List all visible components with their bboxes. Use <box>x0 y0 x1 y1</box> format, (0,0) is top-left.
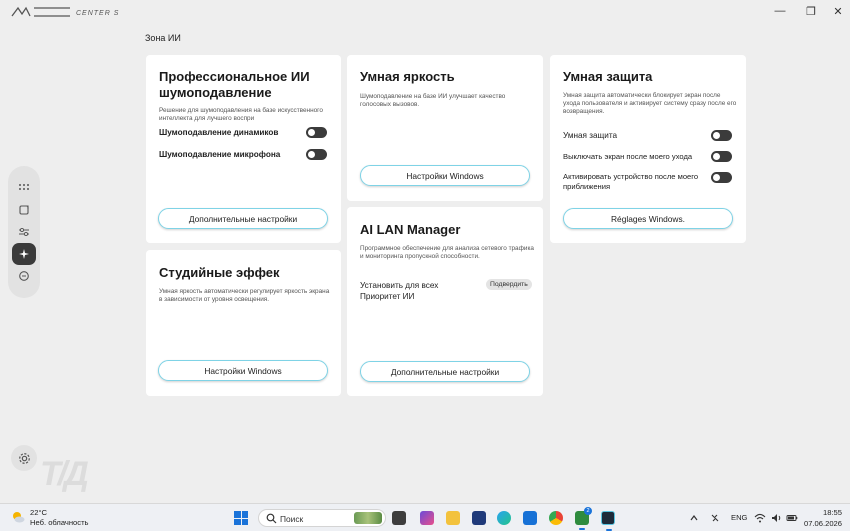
msi-center-logo: CENTER S <box>11 6 119 17</box>
wifi-icon[interactable] <box>754 512 766 524</box>
task-view-icon[interactable] <box>392 511 406 525</box>
mail-app-icon[interactable] <box>523 511 537 525</box>
confirm-button[interactable]: Подвердить <box>486 279 532 290</box>
close-button[interactable]: ✕ <box>826 2 850 20</box>
msi-center-app-icon[interactable] <box>601 511 615 531</box>
sliders-icon <box>19 228 29 236</box>
copilot-app-icon[interactable] <box>420 511 434 525</box>
clock-date[interactable]: 07.06.2026 <box>804 519 842 528</box>
gear-icon <box>18 452 30 464</box>
card-title: Студийные эффек <box>159 265 280 280</box>
windows-logo-tile <box>241 511 248 518</box>
speaker-noise-toggle[interactable] <box>306 127 327 138</box>
card-description-line2: в зависимости от уровня освещения. <box>159 296 270 303</box>
card-description-line2: и мониторинга пропускной способности. <box>360 253 480 260</box>
screen-off-toggle[interactable] <box>711 151 732 162</box>
windows-logo-tile <box>241 518 248 525</box>
weather-description[interactable]: Неб. облачность <box>30 518 89 527</box>
title-bar: CENTER S — ❐ ✕ <box>0 0 850 22</box>
maximize-button[interactable]: ❐ <box>796 2 826 20</box>
taskbar: 22°C Неб. облачность Поиск 2 ENG 18:55 0… <box>0 503 850 531</box>
advanced-settings-button[interactable]: Дополнительные настройки <box>360 361 530 382</box>
page-title: Зона ИИ <box>145 33 181 43</box>
sidebar-item-features[interactable] <box>12 199 36 221</box>
settings-button[interactable] <box>11 445 37 471</box>
windows-settings-button[interactable]: Réglages Windows. <box>563 208 733 229</box>
clock-time[interactable]: 18:55 <box>812 508 842 517</box>
partly-cloudy-icon[interactable] <box>11 510 25 524</box>
sidebar-item-ai-zone[interactable] <box>12 243 36 265</box>
svg-text:CENTER S: CENTER S <box>76 10 119 17</box>
windows-logo-tile <box>234 511 241 518</box>
card-smart-brightness: Умная яркость Шумоподавление на базе ИИ … <box>347 55 543 201</box>
search-placeholder: Поиск <box>280 514 304 524</box>
card-title: Умная яркость <box>360 69 455 84</box>
screen-off-label: Выключать экран после моего ухода <box>563 152 693 161</box>
card-ai-noise-suppression: Профессиональное ИИ шумоподавление Решен… <box>146 55 341 243</box>
store-app-icon[interactable] <box>472 511 486 525</box>
apply-all-label: Установить для всех <box>360 281 439 290</box>
ai-priority-label: Приоритет ИИ <box>360 292 415 301</box>
advanced-settings-button[interactable]: Дополнительные настройки <box>158 208 328 229</box>
windows-settings-button[interactable]: Настройки Windows <box>360 165 530 186</box>
card-description-line2: голосовых вызовов. <box>360 101 420 108</box>
edge-browser-icon[interactable] <box>497 511 511 525</box>
file-explorer-icon[interactable] <box>446 511 460 525</box>
card-title: Умная защита <box>563 69 653 84</box>
mic-noise-toggle[interactable] <box>306 149 327 160</box>
volume-icon[interactable] <box>770 512 782 524</box>
watermark-logo: T/Д <box>40 455 89 493</box>
bookmark-icon <box>19 205 29 215</box>
weather-temperature[interactable]: 22°C <box>30 508 47 517</box>
wake-on-approach-toggle[interactable] <box>711 172 732 183</box>
mic-noise-label: Шумоподавление микрофона <box>159 150 281 159</box>
search-highlight-image <box>354 512 382 524</box>
bluetooth-off-icon[interactable] <box>709 512 721 524</box>
search-icon <box>266 513 277 524</box>
speaker-noise-label: Шумоподавление динамиков <box>159 128 279 137</box>
input-language[interactable]: ENG <box>731 513 747 522</box>
battery-icon[interactable] <box>786 512 798 524</box>
card-smart-protection: Умная защита Умная защита автоматически … <box>550 55 746 243</box>
card-ai-lan-manager: AI LAN Manager Программное обеспечение д… <box>347 207 543 396</box>
sidebar-item-tuning[interactable] <box>12 221 36 243</box>
chevron-up-icon[interactable] <box>688 512 700 524</box>
start-button[interactable] <box>234 511 248 525</box>
taskbar-search[interactable]: Поиск <box>258 509 386 527</box>
chrome-browser-icon[interactable] <box>549 511 563 525</box>
card-studio-effects: Студийные эффек Умная яркость автоматиче… <box>146 250 341 396</box>
card-description-line2: интеллекта для лучшего воспри <box>159 115 255 122</box>
grid-icon <box>19 184 29 190</box>
smart-protection-label: Умная защита <box>563 131 618 140</box>
notification-badge: 2 <box>584 507 592 515</box>
wake-on-approach-label-line2: приближения <box>563 182 611 191</box>
smart-protection-toggle[interactable] <box>711 130 732 141</box>
xbox-app-icon[interactable]: 2 <box>575 507 592 530</box>
windows-settings-button[interactable]: Настройки Windows <box>158 360 328 381</box>
card-title: AI LAN Manager <box>360 222 461 237</box>
card-description-line3: возвращения. <box>563 108 605 115</box>
sidebar-rail <box>8 166 40 298</box>
ai-sparkle-icon <box>19 249 29 259</box>
sidebar-item-home[interactable] <box>12 176 36 198</box>
card-title: Профессиональное ИИ <box>159 69 310 84</box>
chat-support-icon <box>19 271 29 281</box>
windows-logo-tile <box>234 518 241 525</box>
card-title-line2: шумоподавление <box>159 85 272 100</box>
sidebar-item-support[interactable] <box>12 265 36 287</box>
minimize-button[interactable]: — <box>765 2 795 20</box>
wake-on-approach-label: Активировать устройство после моего <box>563 172 699 181</box>
